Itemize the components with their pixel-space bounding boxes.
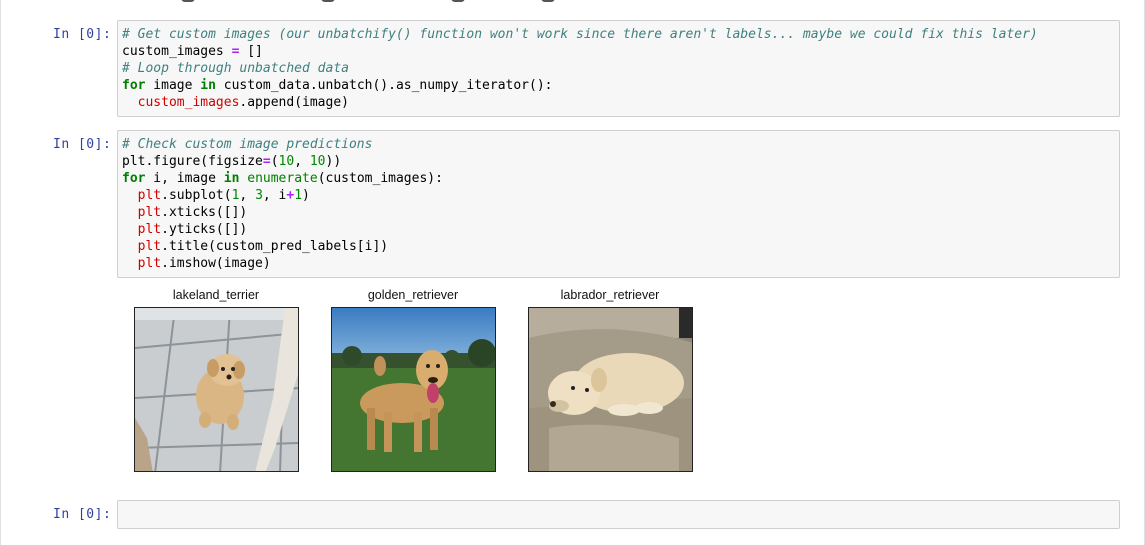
code-token: ) (302, 188, 310, 203)
code-token: .yticks([]) (161, 222, 248, 237)
code-token: , (294, 154, 310, 169)
code-token: custom_images (137, 95, 240, 110)
subplot-title: labrador_retriever (560, 288, 660, 302)
code-token: 3 (255, 188, 263, 203)
code-token: .subplot( (161, 188, 232, 203)
code-token: .title(custom_pred_labels[i]) (161, 239, 389, 254)
code-line: plt.subplot(1, 3, i+1) (122, 187, 1115, 204)
code-token: , (239, 188, 256, 203)
code-token: for (122, 78, 146, 93)
figure-subplot-2: golden_retriever (328, 285, 498, 472)
code-token: plt (137, 239, 162, 254)
code-token: plt (137, 222, 162, 237)
code-token: plt (137, 188, 162, 203)
dog-on-couch-photo-icon (528, 307, 693, 472)
code-token: # Check custom image predictions (122, 137, 373, 152)
figure-subplot-3: labrador_retriever (525, 285, 695, 472)
code-token: .imshow(image) (161, 256, 271, 271)
code-token: # Loop through unbatched data (122, 61, 349, 76)
code-token: plt (137, 205, 162, 220)
code-line: # Check custom image predictions (122, 136, 1115, 153)
dog-on-grass-photo-icon (331, 307, 496, 472)
code-token: 1 (294, 188, 303, 203)
code-token: custom_data.unbatch().as_numpy_iterator(… (215, 78, 553, 93)
code-token: .append(image) (239, 95, 349, 110)
previous-output-cutoff (121, 0, 1121, 6)
dog-on-tiles-photo-icon (134, 307, 299, 472)
cell-prompt: In [0]: (53, 137, 112, 152)
code-token: 10 (309, 154, 326, 169)
code-line: # Get custom images (our unbatchify() fu… (122, 26, 1115, 43)
code-line: custom_images.append(image) (122, 94, 1115, 111)
code-token: )) (325, 154, 342, 169)
code-line: plt.imshow(image) (122, 255, 1115, 272)
notebook-page: In [0]: # Get custom images (our unbatch… (0, 0, 1145, 545)
code-line: for image in custom_data.unbatch().as_nu… (122, 77, 1115, 94)
code-token: image (145, 78, 201, 93)
figure-subplot-1: lakeland_terrier (131, 285, 301, 472)
cell-prompt: In [0]: (53, 27, 112, 42)
code-token: plt (137, 256, 162, 271)
code-token: in (200, 78, 216, 93)
code-token: custom_images (122, 44, 232, 59)
code-token: for (122, 171, 146, 186)
code-token: in (223, 171, 240, 186)
code-token: enumerate (247, 171, 318, 186)
code-token: 10 (278, 154, 295, 169)
code-token: # Get custom images (our unbatchify() fu… (122, 27, 1038, 42)
code-token: ( (270, 154, 279, 169)
subplot-title: lakeland_terrier (172, 288, 260, 302)
code-editor[interactable]: # Check custom image predictions plt.figu… (117, 130, 1120, 278)
code-editor[interactable]: # Get custom images (our unbatchify() fu… (117, 20, 1120, 117)
code-line: custom_images = [] (122, 43, 1115, 60)
subplot-title: golden_retriever (367, 288, 459, 302)
cell-output-figures: lakeland_terrier golden_retriever labrad… (117, 285, 737, 480)
code-line: # Loop through unbatched data (122, 60, 1115, 77)
code-line: for i, image in enumerate(custom_images)… (122, 170, 1115, 187)
code-line: plt.xticks([]) (122, 204, 1115, 221)
code-token: plt.figure(figsize (122, 154, 263, 169)
cell-prompt: In [0]: (53, 507, 112, 522)
code-line: plt.yticks([]) (122, 221, 1115, 238)
code-token: , i (262, 188, 287, 203)
code-token: [] (239, 44, 263, 59)
code-editor-empty[interactable] (117, 500, 1120, 529)
code-token: i, image (145, 171, 224, 186)
code-token: .xticks([]) (161, 205, 248, 220)
code-line: plt.title(custom_pred_labels[i]) (122, 238, 1115, 255)
code-token: = (262, 154, 271, 169)
code-line: plt.figure(figsize=(10, 10)) (122, 153, 1115, 170)
code-token: (custom_images): (317, 171, 443, 186)
